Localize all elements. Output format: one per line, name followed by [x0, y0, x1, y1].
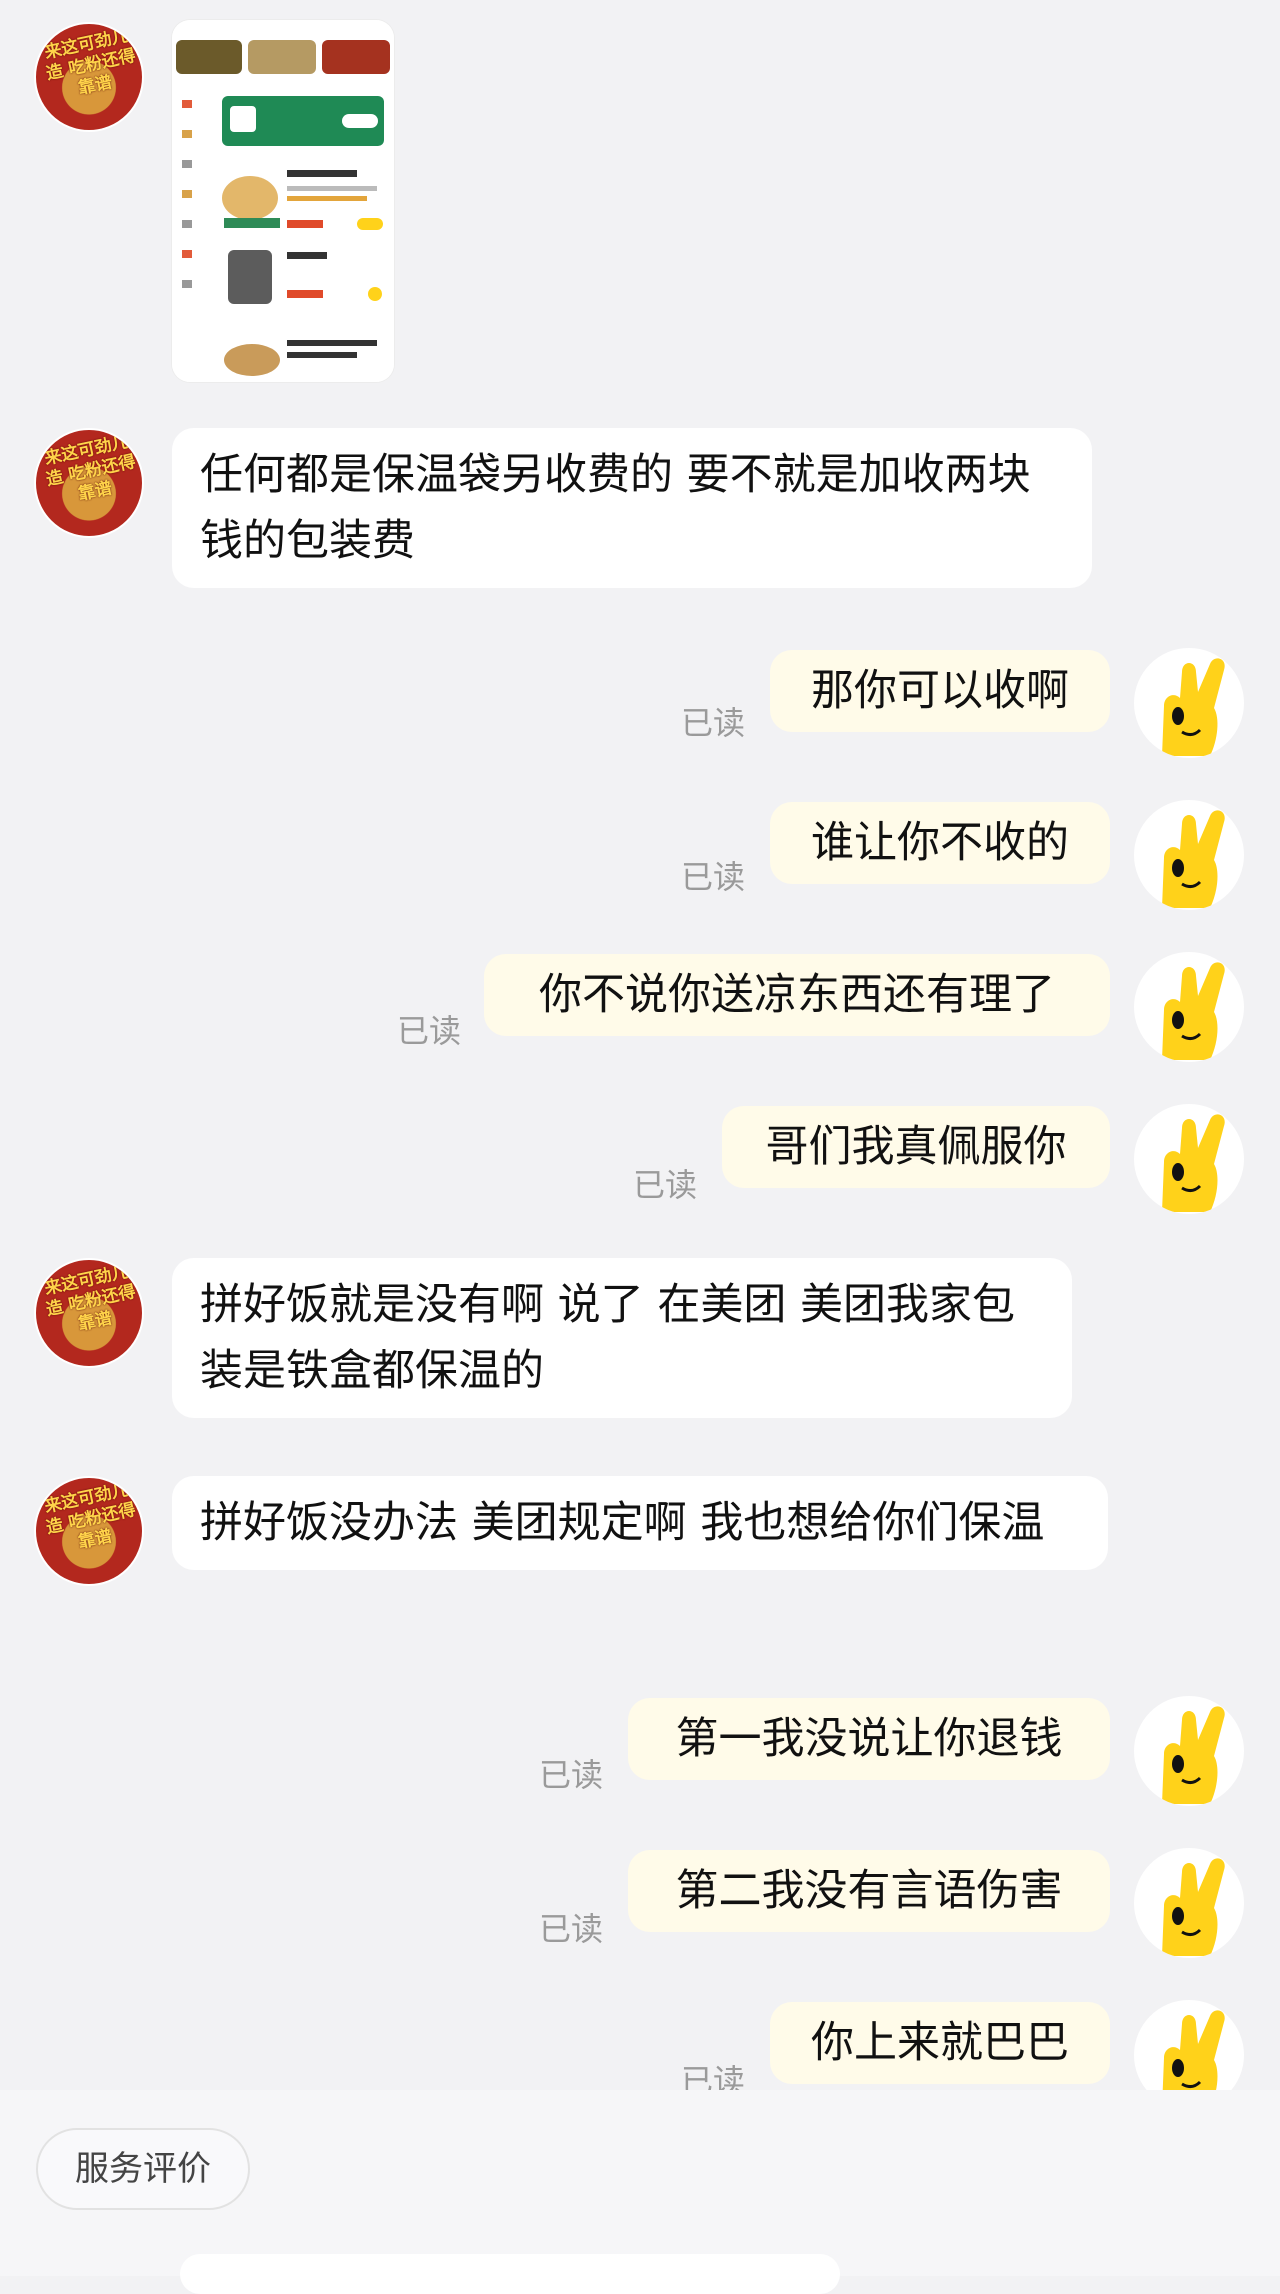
user-avatar[interactable]: [1134, 1848, 1244, 1958]
shared-screenshot-art: [172, 20, 394, 382]
message-bubble-sent[interactable]: 你不说你送凉东西还有理了: [484, 954, 1110, 1036]
user-avatar[interactable]: [1134, 1104, 1244, 1214]
shop-avatar[interactable]: 来这可劲儿造 吃粉还得靠谱: [34, 428, 144, 538]
message-bubble-sent[interactable]: 第二我没有言语伤害: [628, 1850, 1110, 1932]
yellow-hand-icon: [1162, 962, 1225, 1060]
read-status: 已读: [681, 704, 746, 742]
yellow-hand-icon: [1162, 658, 1225, 756]
message-bubble-received[interactable]: 拼好饭就是没有啊 说了 在美团 美团我家包装是铁盒都保温的: [172, 1258, 1072, 1418]
read-status: 已读: [539, 1756, 604, 1794]
message-bubble-sent[interactable]: 你上来就巴巴: [770, 2002, 1110, 2084]
user-avatar[interactable]: [1134, 952, 1244, 1062]
shop-avatar-text: 来这可劲儿造 吃粉还得靠谱: [42, 25, 138, 99]
message-bubble-sent[interactable]: 哥们我真佩服你: [722, 1106, 1110, 1188]
message-bubble-sent[interactable]: 那你可以收啊: [770, 650, 1110, 732]
yellow-hand-icon: [1162, 810, 1225, 908]
message-bubble-received[interactable]: 任何都是保温袋另收费的 要不就是加收两块钱的包装费: [172, 428, 1092, 588]
chat-message-list[interactable]: 来这可劲儿造 吃粉还得靠谱 来这可劲儿造 吃粉还得靠谱 任何都是保温袋另收费的 …: [0, 0, 1280, 2110]
user-avatar[interactable]: [1134, 800, 1244, 910]
shop-avatar[interactable]: 来这可劲儿造 吃粉还得靠谱: [34, 1476, 144, 1586]
user-avatar[interactable]: [1134, 1696, 1244, 1806]
yellow-hand-icon: [1162, 1706, 1225, 1804]
read-status: 已读: [633, 1166, 698, 1204]
user-avatar[interactable]: [1134, 648, 1244, 758]
yellow-hand-icon: [1162, 1858, 1225, 1956]
shop-avatar-text: 来这可劲儿造 吃粉还得靠谱: [42, 1479, 138, 1553]
read-status: 已读: [681, 858, 746, 896]
message-input-field[interactable]: [180, 2254, 840, 2294]
shop-avatar[interactable]: 来这可劲儿造 吃粉还得靠谱: [34, 1258, 144, 1368]
yellow-hand-icon: [1162, 1114, 1225, 1212]
read-status: 已读: [539, 1910, 604, 1948]
message-bubble-sent[interactable]: 谁让你不收的: [770, 802, 1110, 884]
service-rating-button[interactable]: 服务评价: [36, 2128, 250, 2210]
shared-screenshot-image[interactable]: [172, 20, 394, 382]
message-bubble-sent[interactable]: 第一我没说让你退钱: [628, 1698, 1110, 1780]
shop-avatar-text: 来这可劲儿造 吃粉还得靠谱: [42, 1261, 138, 1335]
shop-avatar[interactable]: 来这可劲儿造 吃粉还得靠谱: [34, 22, 144, 132]
shop-avatar-text: 来这可劲儿造 吃粉还得靠谱: [42, 431, 138, 505]
message-bubble-received[interactable]: 拼好饭没办法 美团规定啊 我也想给你们保温: [172, 1476, 1108, 1570]
read-status: 已读: [397, 1012, 462, 1050]
